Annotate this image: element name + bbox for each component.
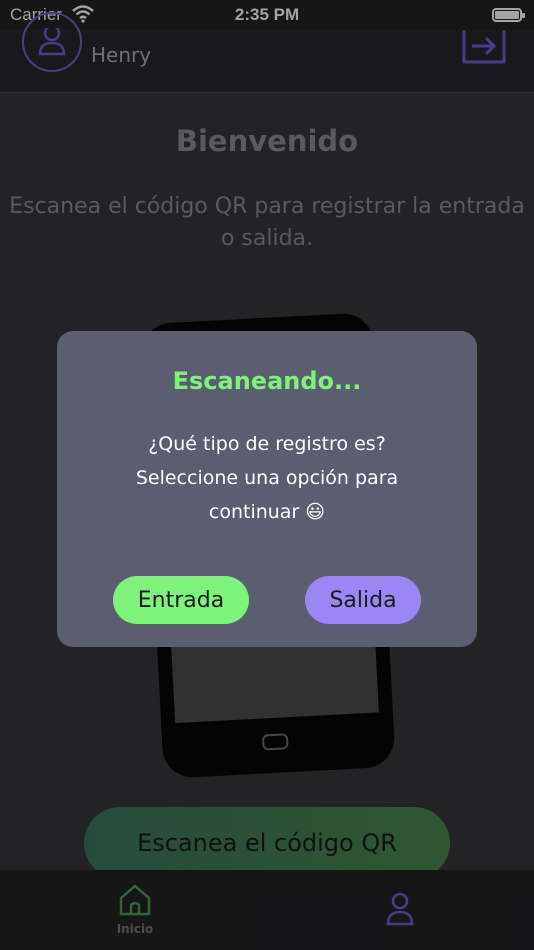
entrada-button[interactable]: Entrada xyxy=(113,576,249,624)
dialog-title: Escaneando... xyxy=(172,367,362,395)
dialog-message-line-1: ¿Qué tipo de registro es? xyxy=(148,433,386,455)
dialog-message: ¿Qué tipo de registro es? Seleccione una… xyxy=(57,427,477,529)
dialog-message-line-2: Seleccione una opción para xyxy=(135,467,399,489)
salida-button[interactable]: Salida xyxy=(305,576,421,624)
scan-type-dialog: Escaneando... ¿Qué tipo de registro es? … xyxy=(57,331,477,647)
dialog-message-line-3: continuar 😃 xyxy=(208,501,326,523)
